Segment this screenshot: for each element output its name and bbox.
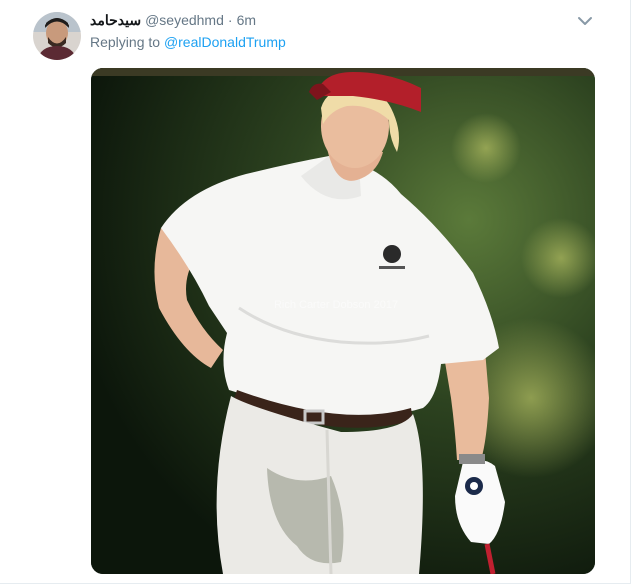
tweet-header: سیدحامد @seyedhmd · 6m <box>90 10 256 30</box>
avatar[interactable] <box>33 12 81 60</box>
replying-to-label: Replying to <box>90 34 161 50</box>
tweet: سیدحامد @seyedhmd · 6m Replying to @real… <box>0 0 631 584</box>
tweet-photo[interactable]: Rich Carter Dobson 2017 <box>91 68 595 574</box>
username-handle[interactable]: @seyedhmd <box>145 12 224 28</box>
chevron-down-icon[interactable] <box>574 12 596 30</box>
separator-dot: · <box>227 12 233 28</box>
reply-mention-link[interactable]: @realDonaldTrump <box>164 34 286 50</box>
display-name[interactable]: سیدحامد <box>90 12 141 29</box>
timestamp[interactable]: 6m <box>237 12 256 28</box>
replying-to: Replying to @realDonaldTrump <box>90 34 286 50</box>
photo-watermark: Rich Carter Dobson 2017 <box>274 299 398 311</box>
